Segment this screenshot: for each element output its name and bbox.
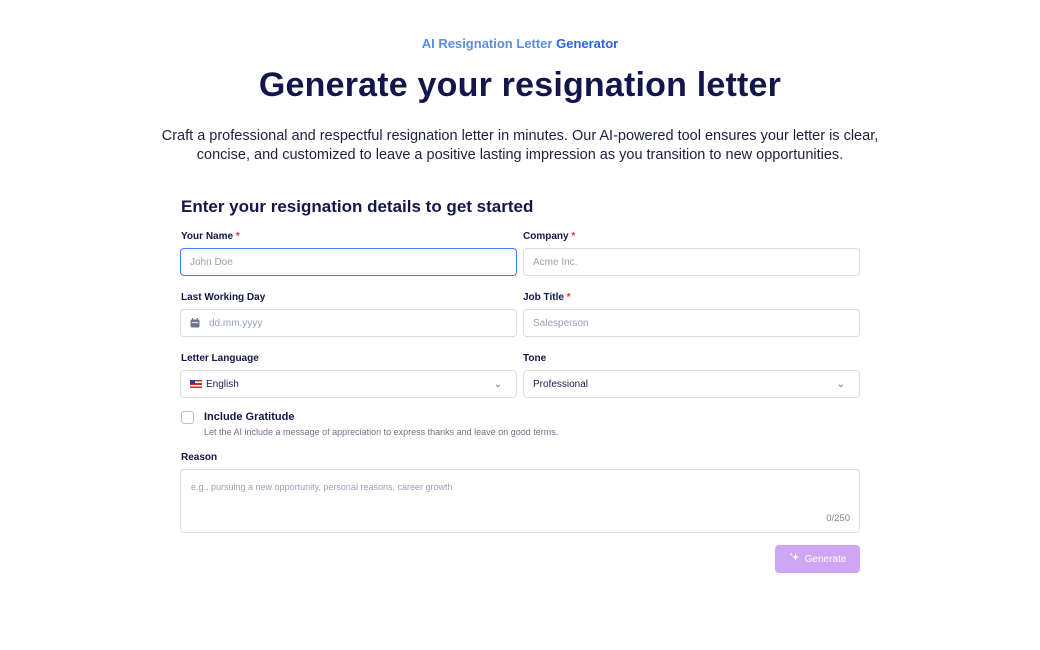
eyebrow-text: AI Resignation Letter (421, 36, 553, 51)
language-value: English (206, 378, 239, 390)
tone-value: Professional (533, 378, 589, 390)
form-heading: Enter your resignation details to get st… (181, 197, 534, 216)
generate-label: Generate (804, 553, 847, 565)
reason-textarea[interactable]: e.g., pursuing a new opportunity, person… (180, 469, 860, 533)
eyebrow-heading: AI Resignation Letter Generator (0, 36, 1040, 51)
eyebrow-highlight: Generator (556, 36, 619, 51)
language-select[interactable]: English ⌄ (180, 370, 517, 398)
gratitude-label: Include Gratitude (204, 411, 295, 423)
character-counter: 0/250 (826, 513, 850, 524)
required-mark: * (571, 231, 576, 242)
company-label: Company * (523, 231, 575, 242)
sparkle-icon (789, 552, 800, 566)
chevron-down-icon: ⌄ (836, 379, 845, 390)
page-subtitle: Craft a professional and respectful resi… (161, 128, 879, 163)
gratitude-checkbox[interactable] (181, 411, 194, 424)
company-placeholder: Acme Inc. (533, 256, 578, 268)
us-flag-icon (190, 380, 202, 388)
job-title-input[interactable]: Salesperson (523, 309, 860, 337)
name-placeholder: John Doe (190, 256, 233, 268)
required-mark: * (566, 292, 571, 303)
last-day-input[interactable]: dd.mm.yyyy (180, 309, 517, 337)
reason-placeholder: e.g., pursuing a new opportunity, person… (191, 482, 453, 492)
name-label-text: Your Name (181, 231, 234, 242)
tone-label: Tone (523, 353, 547, 364)
tone-select[interactable]: Professional ⌄ (523, 370, 860, 398)
job-title-label-text: Job Title (523, 292, 564, 303)
name-label: Your Name * (181, 231, 240, 242)
job-title-placeholder: Salesperson (533, 317, 589, 329)
gratitude-description: Let the AI include a message of apprecia… (204, 427, 559, 437)
page-title: Generate your resignation letter (258, 66, 782, 104)
last-day-label: Last Working Day (181, 292, 266, 303)
company-input[interactable]: Acme Inc. (523, 248, 860, 276)
calendar-icon (190, 318, 200, 328)
reason-label: Reason (181, 452, 218, 463)
required-mark: * (235, 231, 240, 242)
company-label-text: Company (523, 231, 569, 242)
job-title-label: Job Title * (523, 292, 571, 303)
last-day-placeholder: dd.mm.yyyy (209, 317, 263, 329)
generate-button[interactable]: Generate (775, 545, 860, 573)
chevron-down-icon: ⌄ (493, 379, 502, 390)
name-input[interactable]: John Doe (180, 248, 517, 276)
language-label: Letter Language (181, 353, 259, 364)
